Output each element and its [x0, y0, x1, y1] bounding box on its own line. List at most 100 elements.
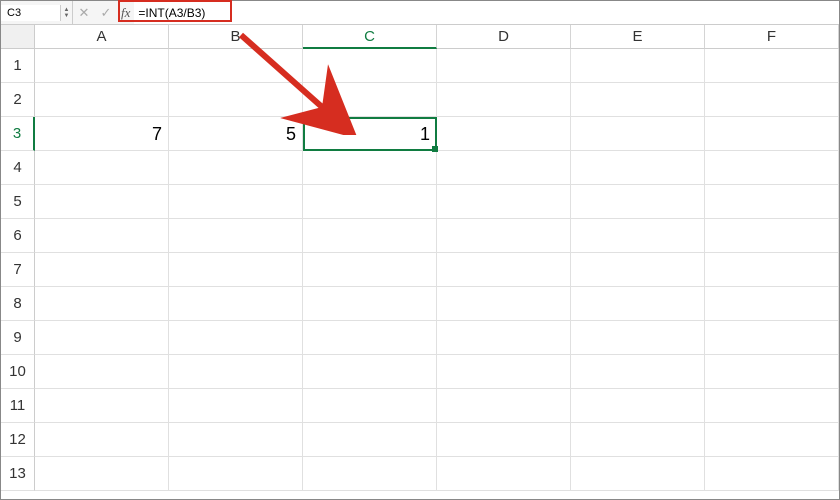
- cell-A11[interactable]: [35, 389, 169, 423]
- cell-E8[interactable]: [571, 287, 705, 321]
- row-header-13[interactable]: 13: [1, 457, 35, 491]
- cell-F2[interactable]: [705, 83, 839, 117]
- cell-F9[interactable]: [705, 321, 839, 355]
- cell-E1[interactable]: [571, 49, 705, 83]
- cell-E4[interactable]: [571, 151, 705, 185]
- row-header-6[interactable]: 6: [1, 219, 35, 253]
- cell-D10[interactable]: [437, 355, 571, 389]
- cell-F5[interactable]: [705, 185, 839, 219]
- cell-C2[interactable]: [303, 83, 437, 117]
- row-header-5[interactable]: 5: [1, 185, 35, 219]
- cell-E5[interactable]: [571, 185, 705, 219]
- cell-E12[interactable]: [571, 423, 705, 457]
- cell-C7[interactable]: [303, 253, 437, 287]
- cell-E9[interactable]: [571, 321, 705, 355]
- cell-B1[interactable]: [169, 49, 303, 83]
- cell-E2[interactable]: [571, 83, 705, 117]
- cell-D3[interactable]: [437, 117, 571, 151]
- cell-B10[interactable]: [169, 355, 303, 389]
- cell-B3[interactable]: 5: [169, 117, 303, 151]
- row-header-2[interactable]: 2: [1, 83, 35, 117]
- cell-B2[interactable]: [169, 83, 303, 117]
- cell-C13[interactable]: [303, 457, 437, 491]
- cell-D6[interactable]: [437, 219, 571, 253]
- cell-D12[interactable]: [437, 423, 571, 457]
- cell-F6[interactable]: [705, 219, 839, 253]
- cell-D9[interactable]: [437, 321, 571, 355]
- cell-A10[interactable]: [35, 355, 169, 389]
- cell-D8[interactable]: [437, 287, 571, 321]
- row-header-9[interactable]: 9: [1, 321, 35, 355]
- cell-E10[interactable]: [571, 355, 705, 389]
- cell-B13[interactable]: [169, 457, 303, 491]
- row-header-3[interactable]: 3: [1, 117, 35, 151]
- cell-F11[interactable]: [705, 389, 839, 423]
- select-all-corner[interactable]: [1, 25, 35, 49]
- cell-C3[interactable]: 1: [303, 117, 437, 151]
- cell-A13[interactable]: [35, 457, 169, 491]
- cell-E13[interactable]: [571, 457, 705, 491]
- row-header-8[interactable]: 8: [1, 287, 35, 321]
- cell-B4[interactable]: [169, 151, 303, 185]
- cell-C9[interactable]: [303, 321, 437, 355]
- cell-F4[interactable]: [705, 151, 839, 185]
- cell-D11[interactable]: [437, 389, 571, 423]
- row-header-4[interactable]: 4: [1, 151, 35, 185]
- cancel-button[interactable]: ✕: [73, 5, 95, 21]
- cell-D5[interactable]: [437, 185, 571, 219]
- cell-D1[interactable]: [437, 49, 571, 83]
- cell-F8[interactable]: [705, 287, 839, 321]
- cell-E7[interactable]: [571, 253, 705, 287]
- confirm-button[interactable]: ✓: [95, 5, 117, 21]
- cell-B7[interactable]: [169, 253, 303, 287]
- cell-A9[interactable]: [35, 321, 169, 355]
- cell-A5[interactable]: [35, 185, 169, 219]
- cell-E3[interactable]: [571, 117, 705, 151]
- cell-F12[interactable]: [705, 423, 839, 457]
- cell-C6[interactable]: [303, 219, 437, 253]
- fx-label[interactable]: fx: [117, 5, 134, 21]
- cell-D13[interactable]: [437, 457, 571, 491]
- col-header-E[interactable]: E: [571, 25, 705, 49]
- row-header-12[interactable]: 12: [1, 423, 35, 457]
- cell-B8[interactable]: [169, 287, 303, 321]
- row-header-11[interactable]: 11: [1, 389, 35, 423]
- cell-C8[interactable]: [303, 287, 437, 321]
- cell-F7[interactable]: [705, 253, 839, 287]
- col-header-F[interactable]: F: [705, 25, 839, 49]
- cell-C5[interactable]: [303, 185, 437, 219]
- cell-B5[interactable]: [169, 185, 303, 219]
- cell-F10[interactable]: [705, 355, 839, 389]
- cell-A1[interactable]: [35, 49, 169, 83]
- cell-A7[interactable]: [35, 253, 169, 287]
- cell-F1[interactable]: [705, 49, 839, 83]
- cell-D4[interactable]: [437, 151, 571, 185]
- cell-C12[interactable]: [303, 423, 437, 457]
- cell-A8[interactable]: [35, 287, 169, 321]
- cell-B12[interactable]: [169, 423, 303, 457]
- col-header-A[interactable]: A: [35, 25, 169, 49]
- cell-C1[interactable]: [303, 49, 437, 83]
- col-header-C[interactable]: C: [303, 25, 437, 49]
- cell-C10[interactable]: [303, 355, 437, 389]
- col-header-B[interactable]: B: [169, 25, 303, 49]
- cell-B6[interactable]: [169, 219, 303, 253]
- cell-A4[interactable]: [35, 151, 169, 185]
- cell-C4[interactable]: [303, 151, 437, 185]
- cell-A2[interactable]: [35, 83, 169, 117]
- cell-A6[interactable]: [35, 219, 169, 253]
- cell-E6[interactable]: [571, 219, 705, 253]
- row-header-10[interactable]: 10: [1, 355, 35, 389]
- cell-A3[interactable]: 7: [35, 117, 169, 151]
- row-header-7[interactable]: 7: [1, 253, 35, 287]
- cell-D7[interactable]: [437, 253, 571, 287]
- cell-C11[interactable]: [303, 389, 437, 423]
- cell-B9[interactable]: [169, 321, 303, 355]
- row-header-1[interactable]: 1: [1, 49, 35, 83]
- cell-F13[interactable]: [705, 457, 839, 491]
- name-box[interactable]: C3: [1, 5, 61, 21]
- cell-D2[interactable]: [437, 83, 571, 117]
- formula-input[interactable]: =INT(A3/B3): [134, 1, 839, 24]
- cell-F3[interactable]: [705, 117, 839, 151]
- cell-E11[interactable]: [571, 389, 705, 423]
